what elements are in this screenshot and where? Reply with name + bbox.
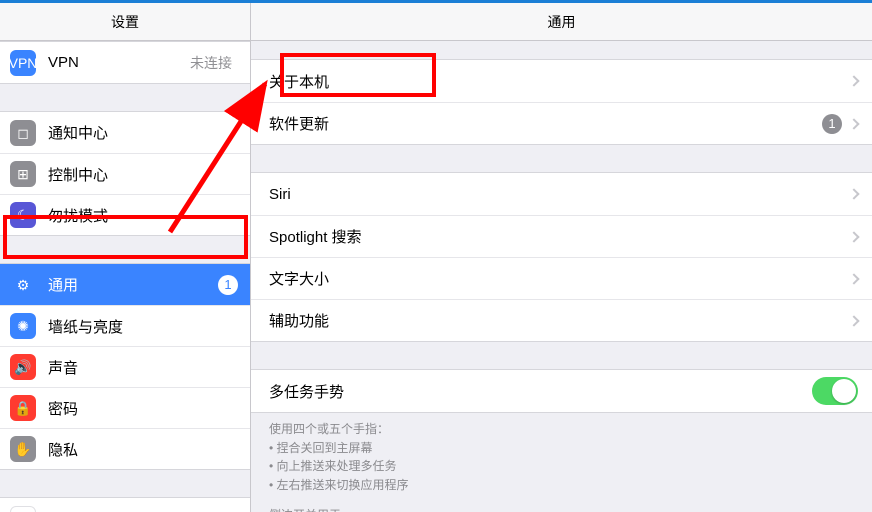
chevron-right-icon — [848, 75, 859, 86]
sidebar-item-notifications[interactable]: ◻ 通知中心 — [0, 112, 250, 153]
chevron-right-icon — [848, 118, 859, 129]
speaker-icon: 🔊 — [10, 354, 36, 380]
detail-item-label: 关于本机 — [269, 71, 842, 92]
detail-group-features: Siri Spotlight 搜索 文字大小 辅助功能 — [251, 172, 872, 342]
sidebar-item-label: 声音 — [48, 357, 238, 378]
sidebar-item-label: 密码 — [48, 398, 238, 419]
sidebar-item-label: 通用 — [48, 274, 218, 295]
detail-group-multitask: 多任务手势 — [251, 369, 872, 413]
toggle-knob — [832, 379, 856, 403]
update-badge: 1 — [822, 114, 842, 134]
detail-item-multitask-gestures[interactable]: 多任务手势 — [251, 370, 872, 412]
sidebar-title: 设置 — [0, 3, 250, 41]
sidebar-item-do-not-disturb[interactable]: ☾ 勿扰模式 — [0, 194, 250, 235]
lock-icon: 🔒 — [10, 395, 36, 421]
sidebar-item-passcode[interactable]: 🔒 密码 — [0, 387, 250, 428]
moon-icon: ☾ — [10, 202, 36, 228]
control-center-icon: ⊞ — [10, 161, 36, 187]
hand-icon: ✋ — [10, 436, 36, 462]
sidebar-item-control-center[interactable]: ⊞ 控制中心 — [0, 153, 250, 194]
sidebar-item-label: 隐私 — [48, 439, 238, 460]
notification-center-icon: ◻ — [10, 120, 36, 146]
sidebar-group-network: VPN VPN 未连接 — [0, 41, 250, 84]
sidebar-item-sounds[interactable]: 🔊 声音 — [0, 346, 250, 387]
sidebar-group-appearance: ⚙ 通用 1 ✺ 墙纸与亮度 🔊 声音 🔒 密码 ✋ 隐私 — [0, 263, 250, 470]
sidebar-item-general[interactable]: ⚙ 通用 1 — [0, 264, 250, 305]
sidebar-item-label: 控制中心 — [48, 164, 238, 185]
detail-item-siri[interactable]: Siri — [251, 173, 872, 215]
detail-item-label: 辅助功能 — [269, 310, 842, 331]
sidebar-item-label: 通知中心 — [48, 122, 238, 143]
sidebar-item-wallpaper[interactable]: ✺ 墙纸与亮度 — [0, 305, 250, 346]
general-badge: 1 — [218, 275, 238, 295]
detail-item-label: Siri — [269, 186, 842, 203]
detail-item-accessibility[interactable]: 辅助功能 — [251, 299, 872, 341]
vpn-icon: VPN — [10, 50, 36, 76]
side-switch-header: 侧边开关用于 — [251, 498, 872, 512]
wallpaper-icon: ✺ — [10, 313, 36, 339]
settings-screen: 设置 VPN VPN 未连接 ◻ 通知中心 ⊞ 控制中心 ☾ 勿扰模式 — [0, 0, 872, 512]
detail-item-software-update[interactable]: 软件更新 1 — [251, 102, 872, 144]
sidebar-item-privacy[interactable]: ✋ 隐私 — [0, 428, 250, 469]
vpn-status: 未连接 — [190, 53, 232, 73]
chevron-right-icon — [848, 315, 859, 326]
cloud-icon: ☁ — [10, 506, 36, 512]
detail-item-spotlight[interactable]: Spotlight 搜索 — [251, 215, 872, 257]
detail-group-about: 关于本机 软件更新 1 — [251, 59, 872, 145]
detail-pane: 通用 关于本机 软件更新 1 Siri Spotlight 搜索 — [250, 3, 872, 512]
detail-item-label: 多任务手势 — [269, 381, 812, 402]
sidebar-item-icloud[interactable]: ☁ iCloud — [0, 498, 250, 512]
chevron-right-icon — [848, 188, 859, 199]
multitask-footer: 使用四个或五个手指： • 捏合关回到主屏幕 • 向上推送来处理多任务 • 左右推… — [251, 413, 872, 498]
detail-item-text-size[interactable]: 文字大小 — [251, 257, 872, 299]
sidebar-group-accounts: ☁ iCloud ✉ 邮件、通讯录、日历 — [0, 497, 250, 512]
detail-title: 通用 — [251, 3, 872, 41]
sidebar-item-vpn[interactable]: VPN VPN 未连接 — [0, 42, 250, 83]
sidebar-item-label: 墙纸与亮度 — [48, 316, 238, 337]
chevron-right-icon — [848, 273, 859, 284]
sidebar-item-label: VPN — [48, 54, 190, 71]
chevron-right-icon — [848, 231, 859, 242]
gear-icon: ⚙ — [10, 272, 36, 298]
detail-item-label: 文字大小 — [269, 268, 842, 289]
sidebar-item-label: 勿扰模式 — [48, 205, 238, 226]
detail-item-about[interactable]: 关于本机 — [251, 60, 872, 102]
detail-item-label: Spotlight 搜索 — [269, 226, 842, 247]
detail-item-label: 软件更新 — [269, 113, 822, 134]
sidebar-group-system: ◻ 通知中心 ⊞ 控制中心 ☾ 勿扰模式 — [0, 111, 250, 236]
multitask-toggle[interactable] — [812, 377, 858, 405]
sidebar: 设置 VPN VPN 未连接 ◻ 通知中心 ⊞ 控制中心 ☾ 勿扰模式 — [0, 3, 250, 512]
